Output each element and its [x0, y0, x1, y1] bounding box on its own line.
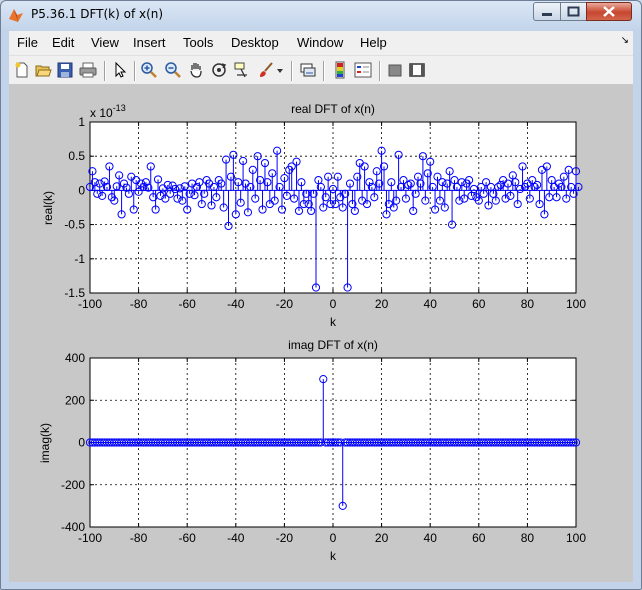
- y-tick-label: -0.5: [64, 218, 85, 232]
- dock-arrow-icon[interactable]: ↘: [621, 35, 629, 46]
- zoom-in-icon[interactable]: [140, 61, 158, 79]
- menu-file[interactable]: File: [17, 35, 38, 50]
- save-icon[interactable]: [56, 61, 74, 79]
- x-tick-label: 20: [375, 297, 389, 311]
- x-tick-label: 100: [566, 531, 586, 545]
- y-tick-label: 200: [65, 393, 85, 407]
- zoom-out-icon[interactable]: [164, 61, 182, 79]
- y-tick-label: -200: [61, 478, 85, 492]
- y-tick-label: 0.5: [68, 149, 85, 163]
- menu-insert[interactable]: Insert: [133, 35, 166, 50]
- maximize-button[interactable]: [560, 2, 587, 21]
- x-tick-label: 40: [424, 297, 438, 311]
- x-tick-label: 20: [375, 531, 389, 545]
- new-figure-icon[interactable]: [13, 61, 31, 79]
- figure-window: P5.36.1 DFT(k) of x(n) File Edit View In…: [0, 0, 642, 590]
- menu-desktop[interactable]: Desktop: [231, 35, 279, 50]
- y-tick-label: 0: [78, 436, 85, 450]
- y-tick-label: -400: [61, 520, 85, 534]
- x-tick-label: -20: [276, 297, 294, 311]
- menu-help[interactable]: Help: [360, 35, 387, 50]
- axes-real-xlabel: k: [330, 315, 337, 329]
- menu-bar: File Edit View Insert Tools Desktop Wind…: [9, 31, 633, 56]
- maximize-icon: [567, 6, 580, 17]
- x-tick-label: -20: [276, 531, 294, 545]
- menu-window[interactable]: Window: [297, 35, 343, 50]
- y-tick-label: -1: [74, 252, 85, 266]
- toolbar-separator: [323, 61, 325, 81]
- toolbar-separator: [134, 61, 136, 81]
- show-plot-tools-icon[interactable]: [408, 61, 426, 79]
- figure-toolbar: [9, 56, 633, 85]
- x-tick-label: -80: [130, 531, 148, 545]
- plot-area: -100 -80 -60 -40 -20 0 20 40 60 80 10010.50-0.5-1-…: [38, 102, 586, 563]
- x-tick-label: -60: [179, 531, 197, 545]
- x-tick-label: 0: [330, 531, 337, 545]
- x-tick-label: -40: [227, 531, 245, 545]
- x-tick-label: 0: [330, 297, 337, 311]
- y-tick-label: 0: [78, 183, 85, 197]
- menu-view[interactable]: View: [91, 35, 119, 50]
- axes-imag[interactable]: -100 -80 -60 -40 -20 0 20 40 60 80 1004002000-200-…: [38, 338, 586, 563]
- title-bar[interactable]: P5.36.1 DFT(k) of x(n): [1, 1, 641, 29]
- axes-imag-xlabel: k: [330, 549, 337, 563]
- pan-hand-icon[interactable]: [187, 61, 205, 79]
- x-tick-label: 60: [472, 297, 486, 311]
- axes-real-exponent: x 10-13: [90, 103, 126, 120]
- minimize-icon: [542, 13, 552, 16]
- y-tick-label: 1: [78, 115, 85, 129]
- minimize-button[interactable]: [533, 2, 561, 21]
- menu-tools[interactable]: Tools: [183, 35, 213, 50]
- x-tick-label: -80: [130, 297, 148, 311]
- x-tick-label: 80: [521, 297, 535, 311]
- pointer-icon[interactable]: [111, 61, 129, 79]
- colorbar-icon[interactable]: [331, 61, 349, 79]
- y-tick-label: -1.5: [64, 286, 85, 300]
- data-cursor-icon[interactable]: [233, 61, 251, 79]
- print-icon[interactable]: [79, 61, 97, 79]
- hide-plot-tools-icon[interactable]: [386, 61, 404, 79]
- brush-dropdown-icon[interactable]: [275, 61, 285, 79]
- y-tick-label: 400: [65, 351, 85, 365]
- axes-imag-ylabel: imag(k): [38, 423, 52, 463]
- axes-imag-title: imag DFT of x(n): [288, 338, 378, 352]
- menu-edit[interactable]: Edit: [52, 35, 74, 50]
- legend-icon[interactable]: [354, 61, 372, 79]
- matlab-icon: [9, 9, 23, 22]
- toolbar-separator: [104, 61, 106, 81]
- figure-canvas: -100 -80 -60 -40 -20 0 20 40 60 80 100 1 0.5 0 -0.5 -1-…: [9, 85, 633, 582]
- x-tick-label: -60: [179, 297, 197, 311]
- rotate-3d-icon[interactable]: [210, 61, 228, 79]
- x-tick-label: -40: [227, 297, 245, 311]
- brush-icon[interactable]: [257, 61, 275, 79]
- open-file-icon[interactable]: [34, 61, 52, 79]
- x-tick-label: 40: [424, 531, 438, 545]
- toolbar-separator: [379, 61, 381, 81]
- x-tick-label: 80: [521, 531, 535, 545]
- window-title: P5.36.1 DFT(k) of x(n): [31, 7, 164, 21]
- x-tick-label: 60: [472, 531, 486, 545]
- axes-real[interactable]: -100 -80 -60 -40 -20 0 20 40 60 80 10010.50-0.5-1-…: [41, 102, 586, 329]
- x-tick-label: 100: [566, 297, 586, 311]
- close-button[interactable]: [586, 2, 632, 21]
- link-plot-icon[interactable]: [299, 61, 317, 79]
- axes-real-ylabel: real(k): [41, 191, 55, 225]
- axes-real-title: real DFT of x(n): [291, 102, 375, 116]
- toolbar-separator: [291, 61, 293, 81]
- close-icon: [603, 6, 615, 17]
